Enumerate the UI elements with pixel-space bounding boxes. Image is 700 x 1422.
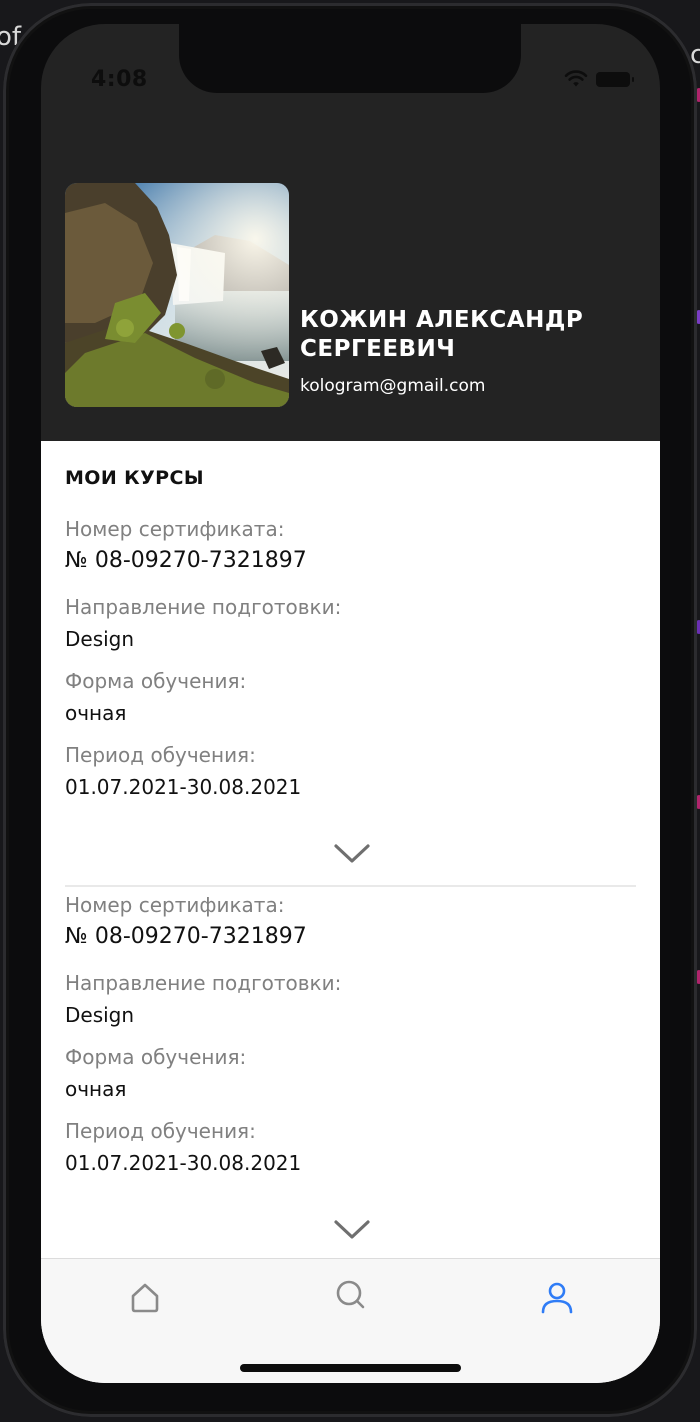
app-screen: 4:08 КОЖИН АЛЕКСАНДР СЕРГЕЕВИЧ kologram@…	[41, 24, 660, 1383]
chevron-down-icon[interactable]	[333, 1218, 371, 1242]
period-label: Период обучения:	[65, 1119, 256, 1143]
search-icon[interactable]	[331, 1277, 371, 1317]
notch	[179, 24, 521, 93]
home-indicator[interactable]	[240, 1364, 461, 1372]
certificate-value: № 08-09270-7321897	[65, 548, 307, 573]
course-card: Номер сертификата: № 08-09270-7321897 На…	[65, 893, 636, 1263]
direction-label: Направление подготовки:	[65, 595, 342, 619]
course-divider	[65, 885, 636, 887]
form-label: Форма обучения:	[65, 1045, 247, 1069]
form-value: очная	[65, 1077, 127, 1101]
profile-icon[interactable]	[537, 1277, 577, 1317]
status-time: 4:08	[91, 67, 148, 92]
courses-panel: МОИ КУРСЫ Номер сертификата: № 08-09270-…	[41, 441, 660, 1383]
phone-frame: 4:08 КОЖИН АЛЕКСАНДР СЕРГЕЕВИЧ kologram@…	[3, 3, 697, 1417]
form-label: Форма обучения:	[65, 669, 247, 693]
wifi-icon	[564, 70, 588, 87]
profile-email: kologram@gmail.com	[300, 376, 486, 396]
direction-value: Design	[65, 1003, 135, 1027]
battery-icon	[596, 71, 634, 87]
course-card: Номер сертификата: № 08-09270-7321897 На…	[65, 517, 636, 887]
direction-label: Направление подготовки:	[65, 971, 342, 995]
period-label: Период обучения:	[65, 743, 256, 767]
section-title: МОИ КУРСЫ	[65, 467, 204, 489]
direction-value: Design	[65, 627, 135, 651]
avatar[interactable]	[65, 183, 289, 407]
waterfall-photo	[65, 183, 289, 407]
period-value: 01.07.2021-30.08.2021	[65, 775, 302, 799]
certificate-label: Номер сертификата:	[65, 893, 285, 917]
form-value: очная	[65, 701, 127, 725]
chevron-down-icon[interactable]	[333, 842, 371, 866]
profile-name: КОЖИН АЛЕКСАНДР СЕРГЕЕВИЧ	[300, 307, 584, 362]
period-value: 01.07.2021-30.08.2021	[65, 1151, 302, 1175]
certificate-label: Номер сертификата:	[65, 517, 285, 541]
certificate-value: № 08-09270-7321897	[65, 924, 307, 949]
status-icons	[564, 70, 634, 88]
home-icon[interactable]	[125, 1277, 165, 1317]
